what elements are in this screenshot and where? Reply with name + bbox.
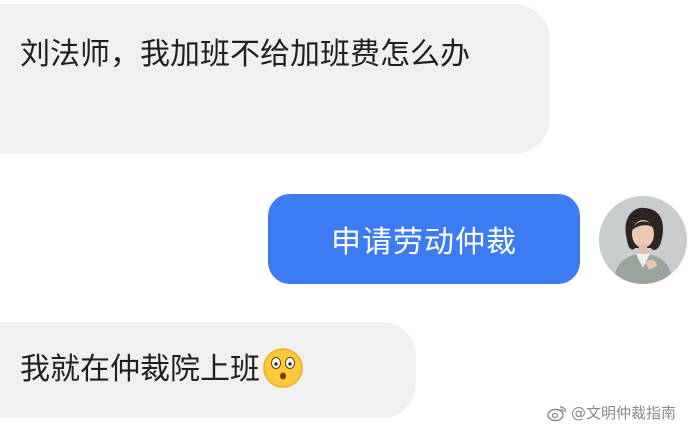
avatar[interactable]: [599, 196, 687, 284]
incoming-message-bubble: 我就在仲裁院上班: [0, 322, 416, 418]
incoming-message-bubble: 刘法师，我加班不给加班费怎么办: [0, 4, 550, 154]
message-text: 我就在仲裁院上班: [20, 352, 260, 387]
watermark-text: @文明仲裁指南: [570, 404, 676, 422]
astonished-face-emoji-icon: [263, 347, 303, 388]
avatar-lawyer-icon: [599, 196, 687, 284]
weibo-icon: [547, 405, 566, 421]
outgoing-message-bubble: 申请劳动仲裁: [268, 194, 580, 284]
message-text: 申请劳动仲裁: [331, 225, 517, 260]
watermark: @文明仲裁指南: [547, 402, 676, 423]
message-text: 刘法师，我加班不给加班费怎么办: [20, 37, 470, 72]
